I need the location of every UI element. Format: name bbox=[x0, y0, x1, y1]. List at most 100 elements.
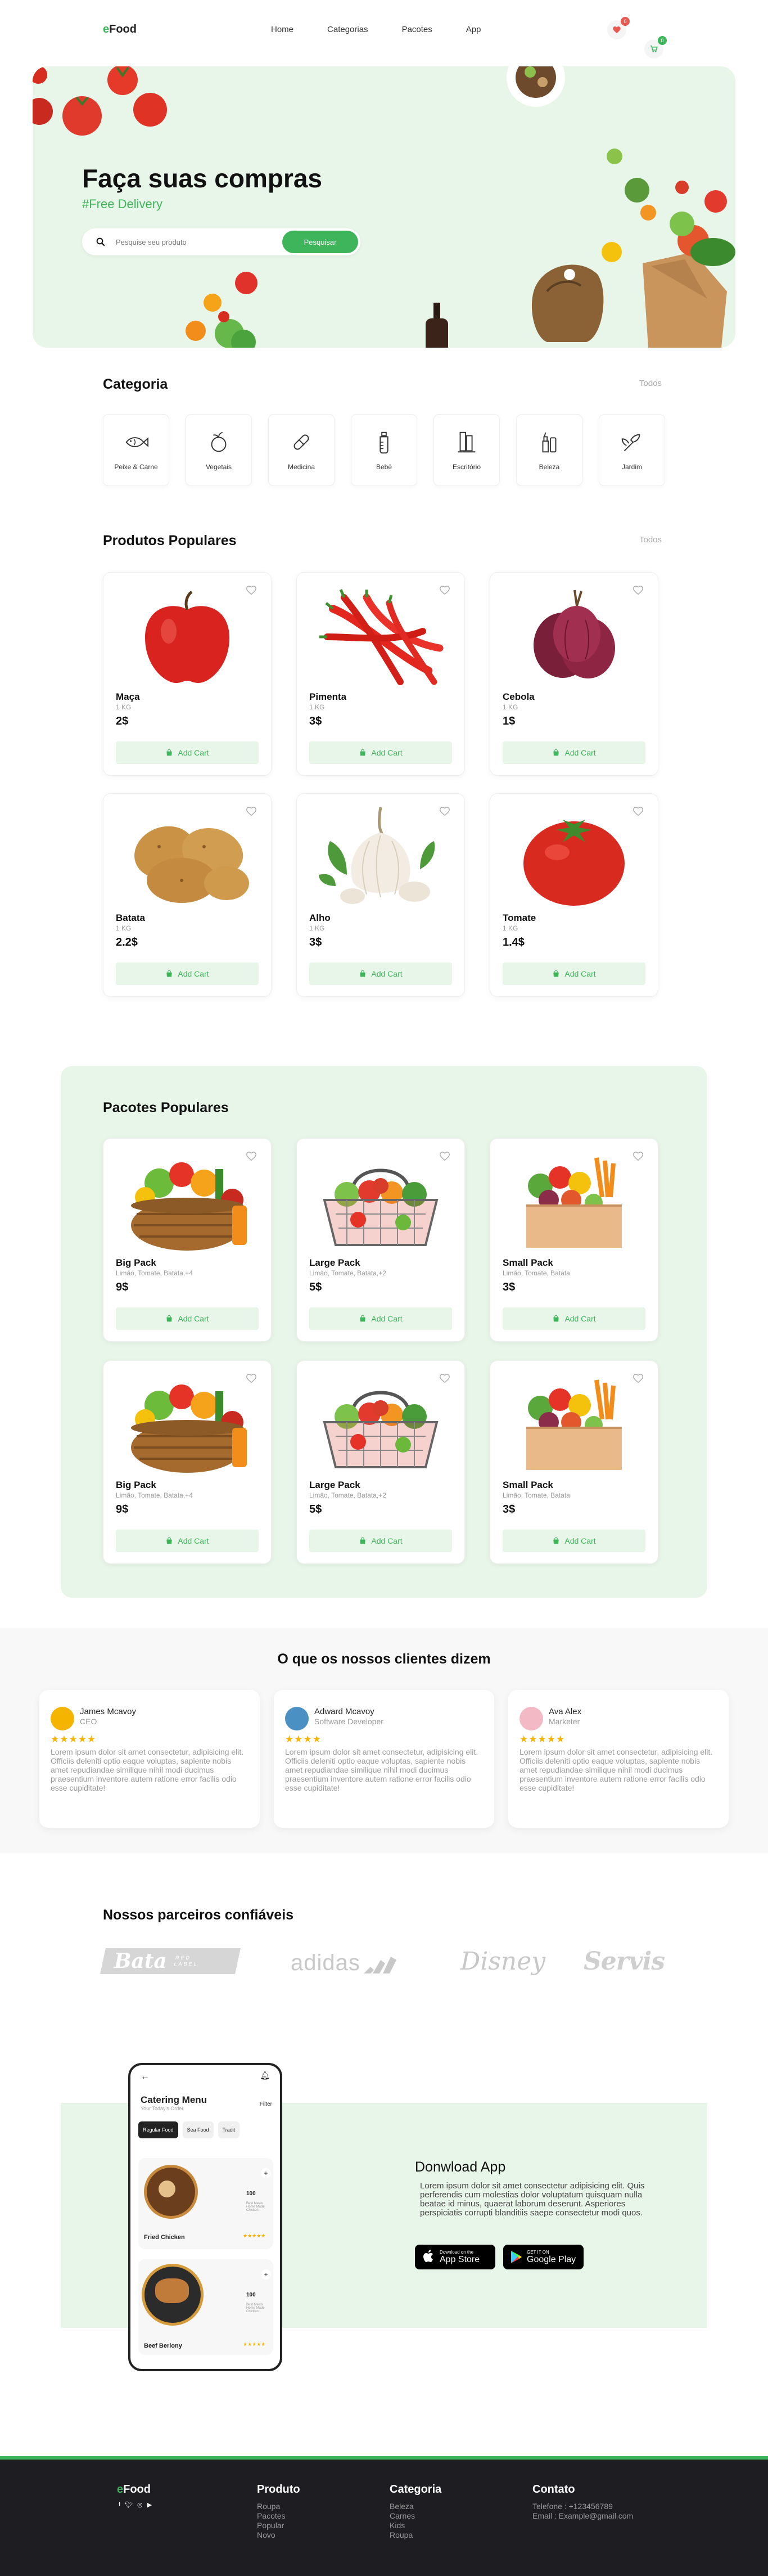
pack-card[interactable]: Big Pack Limão, Tomate, Batata,+4 9$ Add Ca… bbox=[103, 1138, 272, 1342]
product-card[interactable]: Tomate 1 KG 1.4$ Add Cart bbox=[490, 793, 658, 997]
hero-banner: Faça suas compras #Free Delivery Pesquis… bbox=[33, 66, 735, 348]
category-medicine[interactable]: Medicina bbox=[268, 414, 335, 486]
back-icon: ← bbox=[141, 2072, 150, 2082]
nav-pacotes[interactable]: Pacotes bbox=[402, 25, 432, 34]
add-cart-button[interactable]: Add Cart bbox=[503, 1530, 645, 1552]
pack-card[interactable]: Large Pack Limão, Tomate, Batata,+2 5$ Add … bbox=[296, 1138, 465, 1342]
add-cart-button[interactable]: Add Cart bbox=[309, 741, 452, 764]
footer-link[interactable]: Beleza bbox=[390, 2502, 441, 2511]
pack-card[interactable]: Small Pack Limão, Tomate, Batata 3$ Add Car… bbox=[490, 1360, 658, 1564]
add-cart-button[interactable]: Add Cart bbox=[309, 963, 452, 985]
adidas-stripes-icon bbox=[363, 1956, 396, 1973]
pack-card[interactable]: Big Pack Limão, Tomate, Batata,+4 9$ Add Ca… bbox=[103, 1360, 272, 1564]
popular-see-all-link[interactable]: Todos bbox=[639, 535, 662, 545]
bell-icon: 🔔︎ bbox=[260, 2071, 270, 2080]
hero-vegetables-bottom-image bbox=[186, 272, 257, 348]
app-store-button[interactable]: Download on the App Store bbox=[415, 2245, 495, 2269]
category-garden[interactable]: Jardim bbox=[599, 414, 665, 486]
category-vegetables[interactable]: Vegetais bbox=[186, 414, 252, 486]
heart-icon bbox=[613, 26, 621, 33]
partner-logos: Bata RED LABEL adidas Disney Servis bbox=[100, 1944, 665, 1977]
youtube-icon[interactable]: ▶ bbox=[147, 2501, 152, 2508]
category-office[interactable]: Escritório bbox=[433, 414, 500, 486]
footer-link[interactable]: Pacotes bbox=[257, 2511, 300, 2521]
categories-see-all-link[interactable]: Todos bbox=[639, 379, 662, 388]
search-button[interactable]: Pesquisar bbox=[282, 231, 358, 253]
pack-grid: Big Pack Limão, Tomate, Batata,+4 9$ Add Ca… bbox=[103, 1138, 658, 1567]
pack-price: 3$ bbox=[503, 1281, 516, 1293]
pill-icon bbox=[293, 434, 309, 450]
footer-link[interactable]: Kids bbox=[390, 2521, 441, 2530]
logo[interactable]: eFood bbox=[103, 23, 137, 36]
product-detail: 1 KG bbox=[503, 924, 518, 932]
facebook-icon[interactable]: f bbox=[119, 2501, 120, 2508]
add-cart-button[interactable]: Add Cart bbox=[116, 1307, 259, 1330]
hero-wine-bottle-image bbox=[426, 303, 448, 348]
product-card[interactable]: Alho 1 KG 3$ Add Cart bbox=[296, 793, 465, 997]
add-cart-button[interactable]: Add Cart bbox=[116, 963, 259, 985]
add-cart-button[interactable]: Add Cart bbox=[503, 1307, 645, 1330]
category-label: Vegetais bbox=[205, 463, 232, 471]
category-beauty[interactable]: Beleza bbox=[516, 414, 582, 486]
footer-link[interactable]: Popular bbox=[257, 2521, 300, 2530]
product-name: Tomate bbox=[503, 912, 536, 923]
testimonial-role: Marketer bbox=[549, 1717, 580, 1726]
category-label: Jardim bbox=[621, 463, 642, 471]
product-card[interactable]: Maça 1 KG 2$ Add Cart bbox=[103, 572, 272, 776]
beauty-icon bbox=[542, 432, 557, 453]
category-fish-meat[interactable]: Peixe & Carne bbox=[103, 414, 169, 486]
apple-image bbox=[103, 586, 271, 687]
google-play-icon bbox=[511, 2251, 522, 2263]
pack-detail: Limão, Tomate, Batata,+4 bbox=[116, 1269, 193, 1277]
product-card[interactable]: Cebola 1 KG 1$ Add Cart bbox=[490, 572, 658, 776]
search-input[interactable] bbox=[116, 237, 245, 246]
product-detail: 1 KG bbox=[503, 703, 518, 711]
footer-email[interactable]: Email : Example@gmail.com bbox=[532, 2511, 633, 2521]
box-image bbox=[490, 1152, 658, 1253]
footer-phone: Telefone : +123456789 bbox=[532, 2502, 613, 2511]
footer-link[interactable]: Carnes bbox=[390, 2511, 441, 2521]
add-cart-button[interactable]: Add Cart bbox=[503, 963, 645, 985]
pepper-image bbox=[297, 586, 464, 687]
product-card[interactable]: Batata 1 KG 2.2$ Add Cart bbox=[103, 793, 272, 997]
testimonial-card: Ava Alex Marketer ★★★★★ Lorem ipsum dolor s… bbox=[508, 1690, 729, 1828]
footer-col-title: Contato bbox=[532, 2483, 575, 2496]
add-cart-button[interactable]: Add Cart bbox=[309, 1530, 452, 1552]
add-cart-button[interactable]: Add Cart bbox=[116, 1530, 259, 1552]
pack-card[interactable]: Large Pack Limão, Tomate, Batata,+2 5$ Add … bbox=[296, 1360, 465, 1564]
product-price: 3$ bbox=[309, 936, 322, 948]
nav-categorias[interactable]: Categorias bbox=[327, 25, 368, 34]
pack-name: Small Pack bbox=[503, 1257, 553, 1268]
category-baby[interactable]: Bebê bbox=[351, 414, 417, 486]
google-play-button[interactable]: GET IT ON Google Play bbox=[503, 2245, 584, 2269]
add-cart-button[interactable]: Add Cart bbox=[309, 1307, 452, 1330]
phone-subtitle: Your Today's Order bbox=[141, 2106, 184, 2111]
pack-name: Large Pack bbox=[309, 1257, 360, 1268]
vegetable-icon bbox=[211, 431, 227, 452]
footer-link[interactable]: Roupa bbox=[390, 2530, 441, 2540]
footer-link[interactable]: Novo bbox=[257, 2530, 300, 2540]
cart-button[interactable]: 0 bbox=[644, 36, 667, 59]
product-detail: 1 KG bbox=[116, 703, 132, 711]
pack-price: 5$ bbox=[309, 1281, 322, 1293]
pack-card[interactable]: Small Pack Limão, Tomate, Batata 3$ Add Car… bbox=[490, 1138, 658, 1342]
product-card[interactable]: Pimenta 1 KG 3$ Add Cart bbox=[296, 572, 465, 776]
testimonial-role: CEO bbox=[80, 1717, 97, 1726]
nav-app[interactable]: App bbox=[466, 25, 481, 34]
twitter-icon[interactable]: 🐦︎ bbox=[125, 2501, 133, 2508]
footer-logo[interactable]: eFood bbox=[117, 2483, 151, 2496]
testimonial-text: Lorem ipsum dolor sit amet consectetur, … bbox=[51, 1747, 244, 1792]
footer-link[interactable]: Roupa bbox=[257, 2502, 300, 2511]
phone-add-icon: + bbox=[261, 2269, 271, 2280]
nav-home[interactable]: Home bbox=[271, 25, 293, 34]
add-cart-button[interactable]: Add Cart bbox=[503, 741, 645, 764]
wishlist-button[interactable]: 0 bbox=[607, 17, 630, 39]
product-name: Batata bbox=[116, 912, 145, 923]
avatar bbox=[285, 1707, 309, 1730]
category-label: Peixe & Carne bbox=[114, 463, 158, 471]
instagram-icon[interactable]: ◎ bbox=[137, 2501, 143, 2508]
pack-price: 9$ bbox=[116, 1281, 129, 1293]
partner-logo-disney: Disney bbox=[460, 1947, 546, 1976]
add-cart-button[interactable]: Add Cart bbox=[116, 741, 259, 764]
bag-icon bbox=[360, 1315, 366, 1322]
